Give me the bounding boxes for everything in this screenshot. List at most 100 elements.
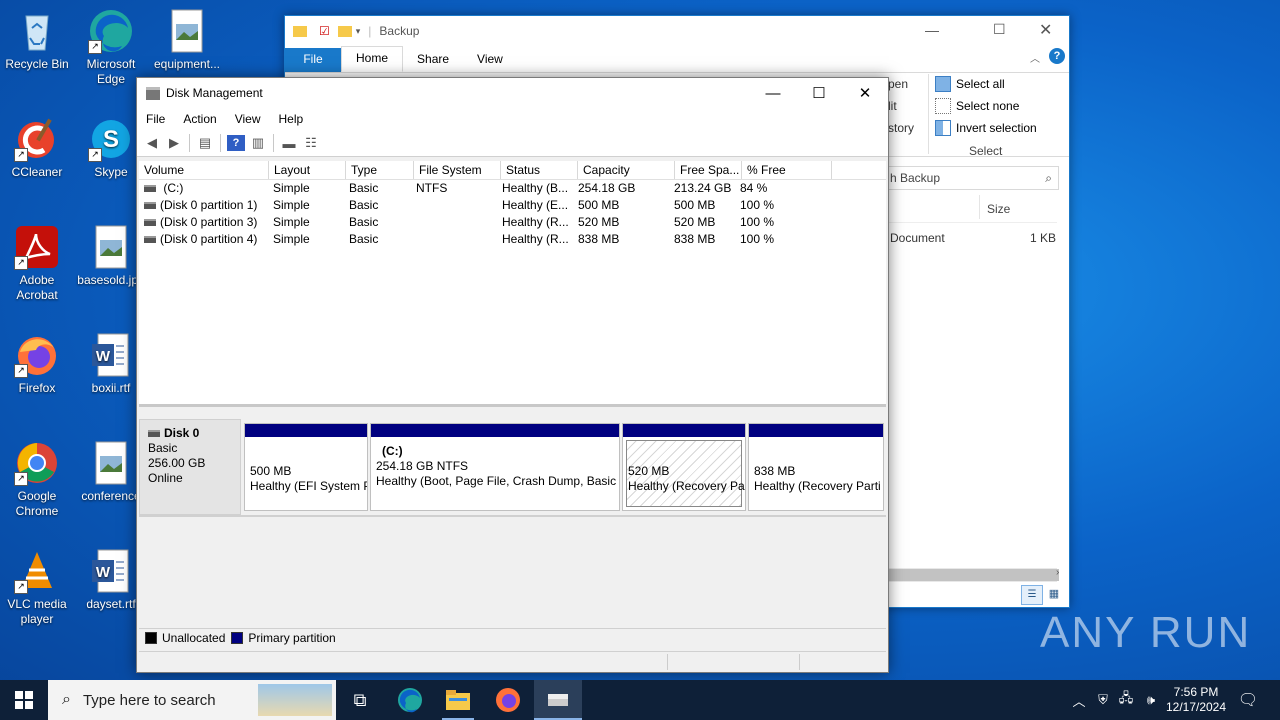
menu-help[interactable]: Help (270, 112, 313, 126)
desktop-icon-ccleaner[interactable]: ↗ CCleaner (0, 116, 74, 180)
column-percent-free[interactable]: % Free (742, 161, 832, 179)
ribbon-open-label[interactable]: pen (888, 77, 908, 91)
column-capacity[interactable]: Capacity (578, 161, 675, 179)
network-icon[interactable]: 🖧 (1116, 680, 1136, 720)
properties-icon[interactable]: ☑ (319, 24, 330, 38)
partition-recovery-2[interactable]: 838 MB Healthy (Recovery Parti (748, 423, 884, 511)
close-button[interactable]: ✕ (1039, 20, 1052, 40)
select-none-label: Select none (956, 99, 1020, 113)
taskbar-disk-management[interactable] (534, 680, 582, 720)
taskbar-firefox[interactable] (484, 680, 532, 720)
tab-home[interactable]: Home (341, 46, 404, 72)
search-box[interactable]: h Backup ⌕ (887, 166, 1059, 190)
horizontal-scrollbar[interactable] (887, 568, 1059, 582)
table-row[interactable]: (Disk 0 partition 3) Simple Basic Health… (139, 214, 886, 231)
ribbon-edit-label[interactable]: lit (888, 99, 897, 113)
column-status[interactable]: Status (501, 161, 578, 179)
select-none-icon (935, 98, 951, 114)
word-document-icon: W (88, 332, 134, 378)
partition-c[interactable]: (C:) 254.18 GB NTFS Healthy (Boot, Page … (370, 423, 620, 511)
connect-disk-icon[interactable]: ▬ (280, 135, 298, 151)
file-type[interactable]: Document (890, 231, 945, 245)
partition-efi[interactable]: 500 MB Healthy (EFI System P (244, 423, 368, 511)
disk-size: 256.00 GB (148, 456, 206, 470)
chevron-up-icon[interactable]: ︿ (1070, 680, 1088, 720)
table-row[interactable]: (C:) Simple Basic NTFS Healthy (B... 254… (139, 180, 886, 197)
volume-icon (144, 202, 156, 210)
volume-list[interactable]: Volume Layout Type File System Status Ca… (139, 161, 886, 407)
desktop-icon-equipment[interactable]: equipment... (150, 8, 224, 72)
forward-icon[interactable]: ▶ (165, 135, 183, 151)
column-header-row: Size (887, 194, 1057, 223)
table-row[interactable]: (Disk 0 partition 1) Simple Basic Health… (139, 197, 886, 214)
start-button[interactable] (0, 680, 48, 720)
invert-selection-button[interactable]: Invert selection (935, 120, 1037, 136)
explorer-title: Backup (379, 24, 420, 38)
scrollbar-thumb[interactable] (887, 569, 1059, 581)
help-icon[interactable]: ? (227, 135, 245, 151)
back-icon[interactable]: ◀ (143, 135, 161, 151)
column-layout[interactable]: Layout (269, 161, 346, 179)
notification-icon[interactable]: 🗨 (1236, 680, 1260, 720)
minimize-button[interactable]: — (750, 78, 796, 108)
collapse-ribbon-icon[interactable]: ︿ (1030, 50, 1040, 65)
vlc-icon: ↗ (14, 548, 60, 594)
file-size: 1 KB (1030, 231, 1057, 245)
table-row[interactable]: (Disk 0 partition 4) Simple Basic Health… (139, 231, 886, 248)
select-none-button[interactable]: Select none (935, 98, 1019, 114)
column-size[interactable]: Size (987, 202, 1010, 216)
settings-list-icon[interactable]: ☷ (302, 135, 320, 151)
large-icons-view-icon[interactable]: ▦ (1045, 585, 1063, 603)
minimize-button[interactable]: — (925, 22, 939, 38)
partition-recovery-1[interactable]: 520 MB Healthy (Recovery Pa (622, 423, 746, 511)
disk-graphical-view[interactable]: Disk 0 Basic 256.00 GB Online 500 MB Hea… (139, 411, 886, 623)
volume-icon[interactable]: 🕪 (1140, 680, 1162, 720)
details-view-icon[interactable]: ☰ (1021, 585, 1043, 605)
task-view-icon[interactable]: ⧉ (336, 680, 384, 720)
taskbar-search[interactable]: ⌕ Type here to search (48, 680, 336, 720)
show-hide-console-icon[interactable]: ▤ (196, 135, 214, 151)
disk-0-label[interactable]: Disk 0 Basic 256.00 GB Online (139, 419, 241, 515)
new-folder-icon[interactable] (337, 25, 352, 37)
disk-management-icon (146, 86, 160, 100)
close-button[interactable]: ✕ (842, 78, 888, 108)
menu-action[interactable]: Action (174, 112, 225, 126)
desktop-icon-chrome[interactable]: ↗ Google Chrome (0, 440, 74, 519)
tab-share[interactable]: Share (403, 48, 463, 72)
column-type[interactable]: Type (346, 161, 414, 179)
chevron-down-icon[interactable]: ▾ (356, 26, 361, 37)
desktop-icon-label: Google Chrome (15, 489, 59, 518)
select-all-button[interactable]: Select all (935, 76, 1005, 92)
menu-view[interactable]: View (226, 112, 270, 126)
properties-icon[interactable]: ▥ (249, 135, 267, 151)
clock[interactable]: 7:56 PM 12/17/2024 (1160, 680, 1232, 720)
search-placeholder: h Backup (890, 171, 941, 185)
tab-view[interactable]: View (463, 48, 517, 72)
disk-icon (148, 430, 160, 438)
column-file-system[interactable]: File System (414, 161, 501, 179)
desktop-icon-firefox[interactable]: ↗ Firefox (0, 332, 74, 396)
desktop-icon-edge[interactable]: ↗ Microsoft Edge (74, 8, 148, 87)
scroll-right-icon[interactable]: › (1056, 567, 1059, 578)
menu-file[interactable]: File (137, 112, 174, 126)
desktop-icon-recycle-bin[interactable]: Recycle Bin (0, 8, 74, 72)
explorer-titlebar[interactable]: ☑ ▾ | Backup — ☐ ✕ (285, 16, 1069, 46)
security-icon[interactable]: ⛨ (1094, 680, 1112, 720)
dm-titlebar[interactable]: Disk Management — ☐ ✕ (137, 78, 888, 108)
maximize-button[interactable]: ☐ (796, 78, 842, 108)
dm-menubar: File Action View Help (137, 108, 888, 130)
help-icon[interactable]: ? (1049, 48, 1065, 64)
invert-selection-icon (935, 120, 951, 136)
taskbar-file-explorer[interactable] (434, 680, 482, 720)
column-volume[interactable]: Volume (139, 161, 269, 179)
tab-file[interactable]: File (285, 48, 341, 72)
desktop-icon-acrobat[interactable]: ↗ Adobe Acrobat (0, 224, 74, 303)
ribbon-history-label[interactable]: story (888, 121, 914, 135)
disk-management-window[interactable]: Disk Management — ☐ ✕ File Action View H… (136, 77, 889, 673)
desktop-icon-vlc[interactable]: ↗ VLC media player (0, 548, 74, 627)
taskbar-edge[interactable] (386, 680, 434, 720)
maximize-button[interactable]: ☐ (993, 21, 1006, 38)
search-icon[interactable]: ⌕ (1045, 171, 1052, 186)
firefox-icon: ↗ (14, 332, 60, 378)
column-free-space[interactable]: Free Spa... (675, 161, 742, 179)
